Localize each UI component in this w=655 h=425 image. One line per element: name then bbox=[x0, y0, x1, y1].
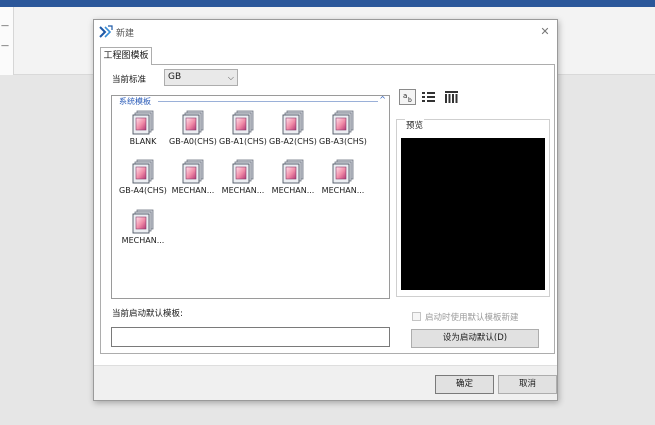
template-group-label: 系统模板 bbox=[118, 96, 152, 107]
template-file-icon bbox=[232, 110, 254, 135]
default-template-field[interactable] bbox=[111, 327, 390, 347]
dialog-title: 新建 bbox=[116, 29, 135, 39]
panel-mark: — bbox=[1, 41, 9, 50]
ok-button[interactable]: 确定 bbox=[435, 375, 494, 394]
preview-group: 预览 bbox=[396, 119, 550, 297]
template-file-icon bbox=[132, 110, 154, 135]
chevron-up-icon[interactable]: ^ bbox=[379, 95, 386, 104]
close-icon[interactable]: ✕ bbox=[536, 23, 554, 41]
standard-select[interactable]: GB ⌵ bbox=[164, 69, 238, 86]
app-title-bar bbox=[0, 0, 655, 7]
svg-text:a: a bbox=[403, 92, 407, 100]
template-file-icon bbox=[132, 159, 154, 184]
template-file-icon bbox=[282, 110, 304, 135]
preview-label: 预览 bbox=[405, 119, 425, 131]
template-list[interactable]: 系统模板 ^ BLANK GB-A0(CHS) GB-A1(CHS) GB-A2(CH… bbox=[111, 95, 390, 299]
app-logo-icon bbox=[99, 25, 113, 38]
tab-drawing-templates[interactable]: 工程图模板 bbox=[100, 47, 152, 65]
new-document-dialog: 新建 ✕ 工程图模板 当前标准 GB ⌵ 系统模板 ^ BLANK GB-A0(C… bbox=[93, 19, 558, 401]
template-file-icon bbox=[182, 110, 204, 135]
chevron-down-icon: ⌵ bbox=[227, 73, 234, 82]
template-file-icon bbox=[332, 159, 354, 184]
group-divider bbox=[158, 101, 378, 102]
template-item[interactable]: GB-A3(CHS) bbox=[315, 110, 371, 152]
cancel-button[interactable]: 取消 bbox=[498, 375, 557, 394]
template-file-icon bbox=[132, 209, 154, 234]
template-item[interactable]: MECHAN... bbox=[315, 159, 371, 201]
default-template-label: 当前启动默认模板: bbox=[112, 309, 183, 319]
svg-text:b: b bbox=[408, 97, 412, 104]
template-item-label: MECHAN... bbox=[121, 236, 165, 245]
large-icons-view-icon[interactable]: a b bbox=[399, 89, 416, 105]
dialog-title-bar[interactable]: 新建 ✕ bbox=[94, 20, 557, 44]
template-item[interactable]: MECHAN... bbox=[115, 209, 171, 251]
template-file-icon bbox=[332, 110, 354, 135]
use-default-checkbox-label: 启动时使用默认模板新建 bbox=[425, 313, 519, 323]
template-item-label: GB-A3(CHS) bbox=[319, 137, 367, 146]
template-file-icon bbox=[232, 159, 254, 184]
list-view-icon[interactable] bbox=[420, 89, 437, 105]
preview-canvas bbox=[401, 138, 545, 290]
set-default-button[interactable]: 设为启动默认(D) bbox=[411, 329, 539, 348]
panel-mark: — bbox=[1, 21, 9, 30]
standard-value: GB bbox=[168, 72, 182, 82]
details-view-icon[interactable] bbox=[443, 89, 460, 105]
use-default-checkbox[interactable] bbox=[412, 312, 421, 321]
template-item-label: MECHAN... bbox=[321, 186, 365, 195]
standard-label: 当前标准 bbox=[112, 75, 147, 85]
template-file-icon bbox=[182, 159, 204, 184]
template-file-icon bbox=[282, 159, 304, 184]
app-left-panel: — — bbox=[0, 7, 14, 75]
